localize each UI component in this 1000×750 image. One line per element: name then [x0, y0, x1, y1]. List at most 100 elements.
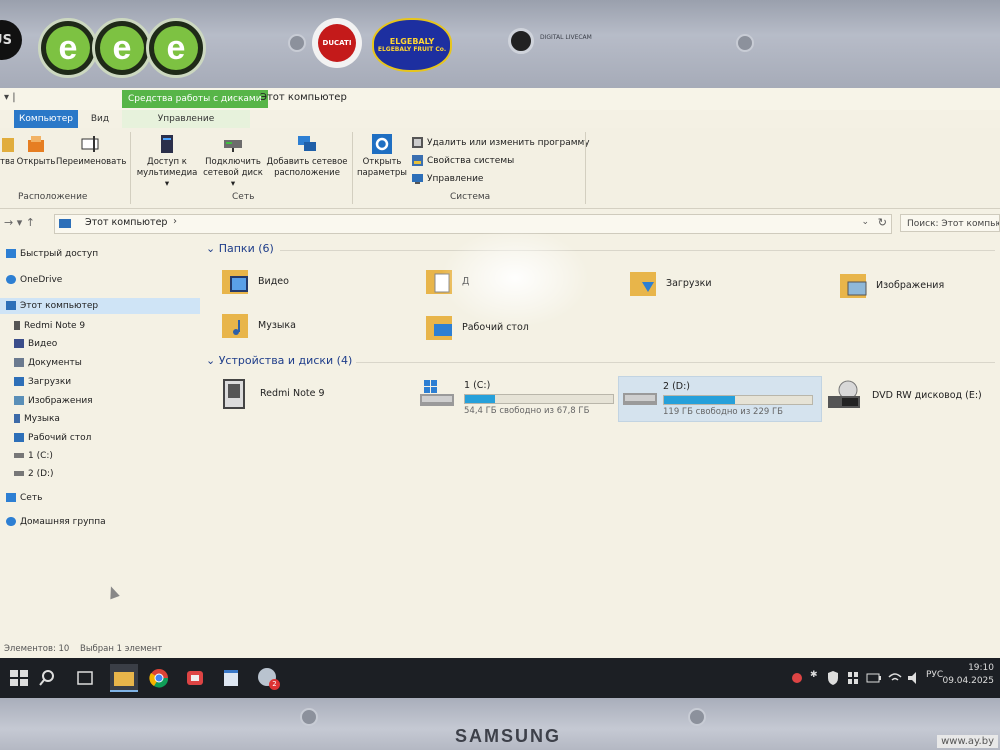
- properties-button[interactable]: тва: [0, 134, 14, 168]
- bezel-screw: [688, 708, 706, 726]
- map-network-drive-button[interactable]: Подключить сетевой диск ▾: [200, 134, 266, 190]
- search-icon[interactable]: [38, 668, 60, 688]
- uninstall-program-button[interactable]: Удалить или изменить программу: [412, 136, 590, 150]
- asus-sticker: US: [0, 20, 22, 60]
- antivirus-tray-icon[interactable]: [790, 668, 804, 688]
- chrome-icon[interactable]: [148, 668, 170, 688]
- clock-date: 09.04.2025: [942, 676, 994, 686]
- eee-sticker: e: [92, 18, 152, 78]
- window-titlebar: ▾ | Средства работы с дисками Этот компь…: [0, 88, 1000, 110]
- taskbar: 2 ✱ РУС 19:10 09.04.2025: [0, 658, 1000, 698]
- address-path[interactable]: Этот компьютер: [85, 217, 167, 228]
- ribbon-separator: [585, 132, 586, 204]
- phone-icon: [223, 379, 245, 409]
- rename-button[interactable]: Переименовать: [56, 134, 126, 168]
- drive-c[interactable]: 1 (C:) 54,4 ГБ свободно из 67,8 ГБ: [420, 376, 620, 420]
- address-dropdown-icon[interactable]: ⌄: [861, 217, 869, 227]
- address-bar[interactable]: Этот компьютер › ⌄ ↻: [54, 214, 892, 234]
- drive-dvd-e[interactable]: DVD RW дисковод (E:): [828, 380, 998, 416]
- ribbon-separator: [130, 132, 131, 204]
- system-clock[interactable]: 19:10 09.04.2025: [942, 662, 994, 688]
- status-selected-count: Выбран 1 элемент: [80, 644, 163, 654]
- battery-icon[interactable]: [866, 668, 882, 688]
- nav-item-onedrive[interactable]: OneDrive: [6, 272, 62, 288]
- app-icon[interactable]: [184, 668, 206, 688]
- wifi-icon[interactable]: [888, 668, 902, 688]
- open-settings-button[interactable]: Открыть параметры: [356, 134, 408, 179]
- navigation-pane: Быстрый доступ OneDrive Этот компьютер R…: [0, 238, 200, 648]
- manage-button[interactable]: Управление: [412, 172, 483, 186]
- refresh-icon[interactable]: ↻: [878, 216, 887, 229]
- nav-item-downloads[interactable]: Загрузки: [14, 374, 71, 390]
- open-icon: [28, 136, 44, 152]
- elgebaly-sticker: ELGEBALY ELGEBALY FRUIT Co.: [372, 18, 452, 72]
- bluetooth-icon[interactable]: ✱: [810, 670, 818, 680]
- nav-item-this-pc[interactable]: Этот компьютер: [0, 298, 200, 314]
- shield-icon[interactable]: [826, 668, 840, 688]
- documents-icon: [14, 358, 24, 367]
- computer-management-icon: [412, 174, 423, 184]
- tab-view[interactable]: Вид: [82, 110, 118, 128]
- notepad-icon[interactable]: [220, 668, 242, 688]
- drive-d[interactable]: 2 (D:) 119 ГБ свободно из 229 ГБ: [618, 376, 822, 422]
- music-icon: [14, 414, 20, 423]
- drive-usage-fill: [465, 395, 495, 403]
- ribbon: тва Открыть Переименовать Расположение Д…: [0, 128, 1000, 209]
- tab-computer[interactable]: Компьютер: [14, 110, 78, 128]
- nav-item-desktop[interactable]: Рабочий стол: [14, 430, 91, 446]
- music-folder-icon: [222, 314, 248, 338]
- file-explorer-icon[interactable]: [110, 664, 138, 692]
- nav-item-quick-access[interactable]: Быстрый доступ: [6, 246, 98, 262]
- task-view-icon[interactable]: [74, 668, 96, 688]
- devices-section-header[interactable]: ⌄ Устройства и диски (4): [206, 354, 352, 367]
- system-group-label: Система: [450, 192, 491, 202]
- add-network-location-button[interactable]: Добавить сетевое расположение: [266, 134, 348, 179]
- search-input[interactable]: Поиск: Этот компьютер: [900, 214, 1000, 232]
- rename-icon: [81, 136, 99, 152]
- media-server-icon: [161, 135, 173, 153]
- media-access-button[interactable]: Доступ к мультимедиа ▾: [134, 134, 200, 190]
- language-indicator[interactable]: РУС: [926, 670, 943, 680]
- nav-item-pictures[interactable]: Изображения: [14, 393, 93, 409]
- nav-item-homegroup[interactable]: Домашняя группа: [6, 514, 106, 530]
- quick-access-toolbar[interactable]: ▾ |: [4, 92, 16, 103]
- ribbon-separator: [352, 132, 353, 204]
- windows-start-icon[interactable]: [8, 668, 30, 688]
- nav-item-drive-c[interactable]: 1 (C:): [14, 448, 53, 464]
- messenger-app[interactable]: 2: [256, 666, 280, 690]
- star-icon: [6, 249, 16, 258]
- documents-folder-icon: [426, 270, 452, 294]
- laptop-bezel-top: US e e e DUCATI ELGEBALY ELGEBALY FRUIT …: [0, 0, 1000, 88]
- desktop-icon: [14, 433, 24, 442]
- nav-item-redmi-note-9[interactable]: Redmi Note 9: [14, 318, 85, 334]
- network-group-label: Сеть: [232, 192, 255, 202]
- clock-time: 19:10: [968, 663, 994, 673]
- computer-icon: [6, 301, 16, 310]
- nav-item-video[interactable]: Видео: [14, 336, 57, 352]
- nav-item-drive-d[interactable]: 2 (D:): [14, 466, 54, 482]
- location-group-label: Расположение: [18, 192, 88, 202]
- system-properties-button[interactable]: Свойства системы: [412, 154, 514, 168]
- folders-section-header[interactable]: ⌄ Папки (6): [206, 242, 274, 255]
- cloud-icon: [6, 275, 16, 284]
- status-bar: Элементов: 10 Выбран 1 элемент: [0, 644, 1000, 658]
- windows-defender-icon[interactable]: [846, 668, 860, 688]
- drive-icon: [623, 393, 657, 405]
- tab-manage[interactable]: Управление: [122, 110, 250, 128]
- nav-item-documents[interactable]: Документы: [14, 355, 82, 371]
- device-redmi-note-9[interactable]: Redmi Note 9: [220, 378, 410, 414]
- navigation-arrows[interactable]: → ▾ ↑: [4, 216, 35, 229]
- breadcrumb-chevron-icon[interactable]: ›: [173, 216, 177, 227]
- drive-usage-bar: [663, 395, 813, 405]
- ducati-sticker: DUCATI: [312, 18, 362, 68]
- system-properties-icon: [412, 155, 423, 166]
- nav-item-music[interactable]: Музыка: [14, 411, 60, 427]
- volume-icon[interactable]: [906, 668, 920, 688]
- windows-drive-icon: [420, 380, 454, 406]
- open-button[interactable]: Открыть: [16, 134, 56, 168]
- section-divider: [280, 250, 995, 251]
- nav-item-network[interactable]: Сеть: [6, 490, 42, 506]
- drive-icon: [14, 471, 24, 476]
- network-drive-icon: [224, 140, 242, 152]
- context-tab-group-label: Средства работы с дисками: [122, 90, 268, 108]
